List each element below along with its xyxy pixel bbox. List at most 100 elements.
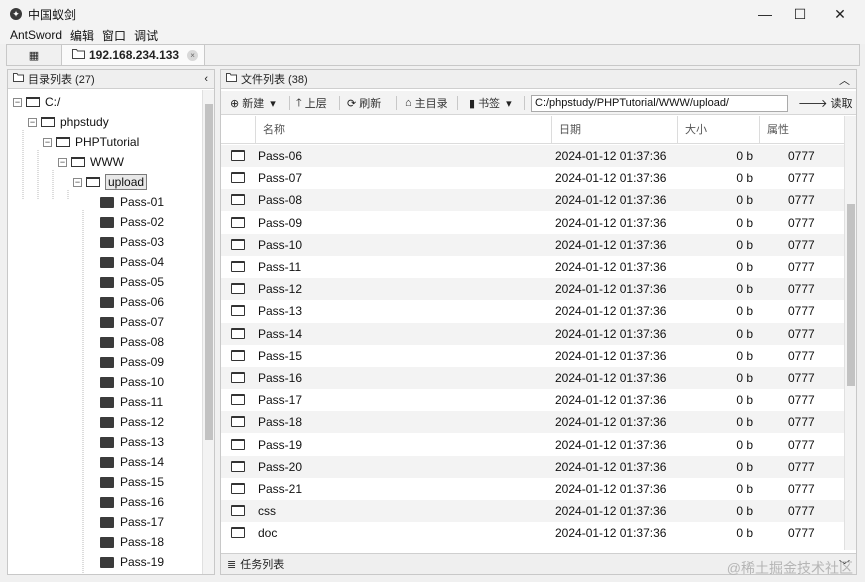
menu-antsword[interactable]: AntSword (10, 28, 62, 42)
tree-node-child[interactable]: Pass-18 (100, 533, 164, 551)
plus-circle-icon: ⊕ (230, 97, 240, 110)
tree-toggle-icon[interactable]: − (58, 157, 67, 167)
scrollbar-thumb[interactable] (847, 204, 855, 386)
folder-closed-icon (100, 236, 114, 248)
tree-node-child[interactable]: Pass-01 (100, 193, 164, 211)
read-button[interactable]: 🡒 读取 (798, 95, 853, 111)
file-size: 0 b (736, 282, 753, 297)
file-row[interactable]: css 2024-01-12 01:37:36 0 b 0777 (221, 500, 844, 523)
folder-closed-icon (100, 376, 114, 388)
file-row[interactable]: doc 2024-01-12 01:37:36 0 b 0777 (221, 522, 844, 544)
file-row[interactable]: Pass-17 2024-01-12 01:37:36 0 b 0777 (221, 389, 844, 411)
path-input[interactable]: C:/phpstudy/PHPTutorial/WWW/upload/ (531, 95, 788, 112)
file-name: Pass-19 (258, 437, 303, 452)
tree-node-phptutorial[interactable]: − PHPTutorial (43, 133, 139, 151)
folder-list-icon (226, 73, 237, 85)
tree-node-www[interactable]: − WWW (58, 153, 124, 171)
tree-node-child[interactable]: Pass-19 (100, 553, 164, 571)
tree-node-child[interactable]: Pass-04 (100, 253, 164, 271)
toolbar-divider (457, 96, 458, 110)
file-row[interactable]: Pass-18 2024-01-12 01:37:36 0 b 0777 (221, 411, 844, 434)
new-button[interactable]: ⊕ 新建 ▾ (230, 95, 279, 111)
tree-node-child[interactable]: Pass-07 (100, 313, 164, 331)
folder-icon (231, 283, 245, 295)
window-title: 中国蚁剑 (28, 7, 77, 22)
home-dir-button[interactable]: ⌂ 主目录 (405, 95, 448, 111)
tree-node-child[interactable]: Pass-16 (100, 493, 164, 511)
directory-panel-header: 目录列表 (27) ‹ (8, 70, 214, 89)
column-header-attr[interactable]: 属性 (759, 116, 844, 144)
column-header-size[interactable]: 大小 (677, 116, 759, 144)
file-row[interactable]: Pass-19 2024-01-12 01:37:36 0 b 0777 (221, 434, 844, 456)
minimize-button[interactable]: — (745, 0, 785, 28)
file-row[interactable]: Pass-16 2024-01-12 01:37:36 0 b 0777 (221, 367, 844, 389)
tree-toggle-icon[interactable]: − (13, 97, 22, 107)
folder-icon (231, 172, 245, 184)
tree-node-child[interactable]: Pass-06 (100, 293, 164, 311)
column-header-name[interactable]: 名称 (255, 116, 551, 144)
tree-node-child[interactable]: Pass-13 (100, 433, 164, 451)
collapse-left-icon[interactable]: ‹ (204, 73, 208, 85)
tree-node-child[interactable]: Pass-11 (100, 393, 163, 411)
file-row[interactable]: Pass-20 2024-01-12 01:37:36 0 b 0777 (221, 455, 844, 478)
tree-node-phpstudy[interactable]: − phpstudy (28, 113, 109, 131)
folder-closed-icon (100, 196, 114, 208)
file-row[interactable]: Pass-10 2024-01-12 01:37:36 0 b 0777 (221, 233, 844, 256)
tree-node-child[interactable]: Pass-02 (100, 213, 164, 231)
column-header-date[interactable]: 日期 (551, 116, 677, 144)
file-name: Pass-12 (258, 282, 303, 297)
tree-node-upload[interactable]: − upload (73, 173, 148, 191)
folder-icon (231, 483, 245, 494)
tree-node-drive[interactable]: − C:/ (13, 93, 60, 111)
close-button[interactable]: ✕ (820, 0, 860, 28)
antsword-logo-icon: ✦ (10, 8, 22, 20)
tree-toggle-icon[interactable]: − (43, 137, 52, 147)
file-attr: 0777 (788, 504, 815, 519)
tree-toggle-icon[interactable]: − (73, 177, 82, 187)
file-row[interactable]: Pass-15 2024-01-12 01:37:36 0 b 0777 (221, 345, 844, 367)
tree-node-child[interactable]: Pass-08 (100, 333, 164, 351)
file-row[interactable]: Pass-21 2024-01-12 01:37:36 0 b 0777 (221, 478, 844, 500)
file-date: 2024-01-12 01:37:36 (555, 326, 667, 341)
up-button[interactable]: 🡑 上层 (296, 95, 327, 111)
home-icon: ⌂ (405, 97, 412, 109)
toolbar-divider (524, 96, 525, 110)
file-row[interactable]: Pass-06 2024-01-12 01:37:36 0 b 0777 (221, 145, 844, 167)
tab-close-icon[interactable]: × (187, 49, 199, 61)
file-size: 0 b (736, 482, 753, 496)
tree-node-child[interactable]: Pass-15 (100, 473, 164, 491)
file-row[interactable]: Pass-08 2024-01-12 01:37:36 0 b 0777 (221, 189, 844, 212)
tab-host[interactable]: 192.168.234.133 × (62, 45, 206, 65)
file-name: Pass-15 (258, 348, 303, 363)
tree-node-child[interactable]: Pass-03 (100, 233, 164, 251)
folder-closed-icon (100, 296, 114, 308)
file-row[interactable]: Pass-13 2024-01-12 01:37:36 0 b 0777 (221, 300, 844, 322)
scrollbar-thumb[interactable] (205, 104, 213, 440)
menu-window[interactable]: 窗口 (102, 27, 126, 44)
refresh-button[interactable]: ⟳ 刷新 (347, 95, 381, 111)
file-row[interactable]: Pass-09 2024-01-12 01:37:36 0 b 0777 (221, 212, 844, 234)
tree-node-child[interactable]: Pass-17 (100, 513, 164, 531)
file-grid-header: 名称 日期 大小 属性 (221, 116, 844, 144)
tab-home[interactable]: ▦ (7, 45, 62, 65)
file-row[interactable]: Pass-12 2024-01-12 01:37:36 0 b 0777 (221, 278, 844, 301)
tree-node-child[interactable]: Pass-14 (100, 453, 164, 471)
tree-node-child[interactable]: Pass-10 (100, 373, 164, 391)
file-row[interactable]: Pass-14 2024-01-12 01:37:36 0 b 0777 (221, 322, 844, 345)
toolbar-divider (289, 96, 290, 110)
file-row[interactable]: Pass-07 2024-01-12 01:37:36 0 b 0777 (221, 167, 844, 189)
folder-icon (231, 238, 245, 250)
menu-debug[interactable]: 调试 (134, 27, 158, 44)
bookmark-button[interactable]: ▮ 书签 ▾ (469, 95, 515, 111)
file-row[interactable]: Pass-11 2024-01-12 01:37:36 0 b 0777 (221, 256, 844, 278)
tree-node-child[interactable]: Pass-05 (100, 273, 164, 291)
maximize-button[interactable]: ☐ (780, 0, 820, 28)
tree-node-child[interactable]: Pass-12 (100, 413, 164, 431)
collapse-up-icon[interactable]: ︿ (839, 72, 850, 88)
folder-open-icon (86, 177, 100, 187)
directory-scrollbar[interactable] (202, 90, 214, 574)
tree-node-child[interactable]: Pass-09 (100, 353, 164, 371)
tree-toggle-icon[interactable]: − (28, 117, 37, 127)
menu-edit[interactable]: 编辑 (70, 27, 94, 44)
file-grid-scrollbar[interactable] (844, 116, 856, 550)
